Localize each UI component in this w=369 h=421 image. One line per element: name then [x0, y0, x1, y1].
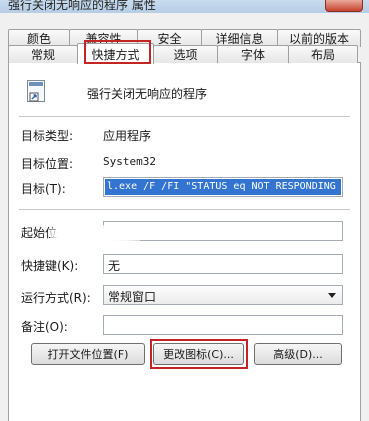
target-input-selected-text: l.exe /F /FI "STATUS eq NOT RESPONDING: [105, 179, 341, 195]
shortcut-name: 强行关闭无响应的程序: [87, 87, 208, 101]
advanced-button[interactable]: 高级(D)...: [254, 343, 342, 365]
target-location-value: System32: [103, 155, 156, 168]
title-bar: 强行关闭无响应的程序 属性: [0, 0, 369, 13]
change-icon-button[interactable]: 更改图标(C)...: [153, 343, 244, 365]
target-type-value: 应用程序: [103, 129, 152, 143]
target-input[interactable]: l.exe /F /FI "STATUS eq NOT RESPONDING: [103, 177, 343, 197]
close-button[interactable]: [325, 0, 363, 12]
tab-shortcut[interactable]: 快捷方式: [77, 43, 154, 64]
target-label: 目标(T):: [21, 182, 66, 196]
comment-input[interactable]: [103, 315, 343, 335]
separator: [19, 209, 350, 211]
comment-label: 备注(O):: [21, 320, 68, 334]
tab-row-front: 常规 快捷方式 选项 字体 布局: [8, 43, 358, 64]
blur-overlay: [50, 225, 140, 247]
chevron-down-icon: [328, 293, 336, 298]
run-label: 运行方式(R):: [21, 291, 91, 305]
hotkey-input[interactable]: 无: [103, 254, 343, 274]
target-type-label: 目标类型:: [21, 129, 74, 143]
hotkey-value: 无: [108, 259, 121, 273]
application-icon: [27, 80, 45, 102]
target-location-label: 目标位置:: [21, 157, 74, 171]
hotkey-label: 快捷键(K):: [21, 259, 79, 273]
tab-layout[interactable]: 布局: [288, 45, 358, 63]
separator: [19, 116, 350, 118]
tab-general[interactable]: 常规: [8, 45, 78, 63]
run-select-value: 常规窗口: [108, 290, 157, 304]
tab-font[interactable]: 字体: [217, 45, 289, 63]
open-file-location-button[interactable]: 打开文件位置(F): [31, 343, 145, 365]
window-title: 强行关闭无响应的程序 属性: [8, 0, 156, 12]
tab-options[interactable]: 选项: [153, 45, 218, 63]
run-select[interactable]: 常规窗口: [103, 285, 343, 305]
